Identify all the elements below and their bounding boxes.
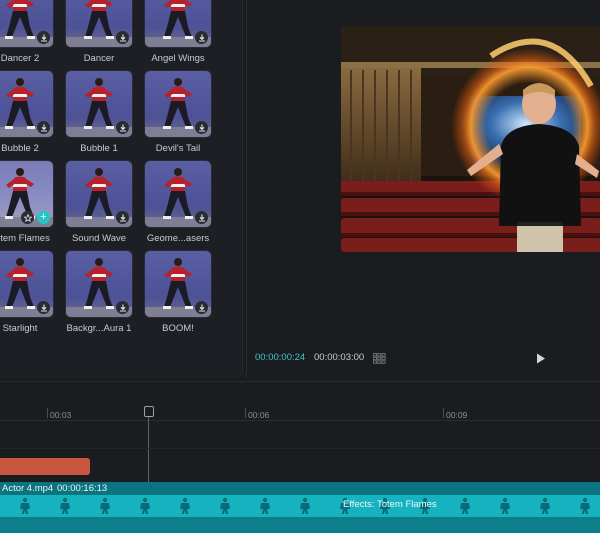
clip-name: Actor 4.mp4 <box>2 483 54 494</box>
effect-label: Dancer 2 <box>0 53 40 64</box>
effect-label: Backgr...Aura 1 <box>66 323 132 334</box>
audio-clip[interactable] <box>0 458 90 475</box>
effect-item[interactable]: Bubble 2 <box>0 70 54 160</box>
effect-thumbnail[interactable] <box>144 160 212 228</box>
effect-item[interactable]: Dancer <box>65 0 133 70</box>
dancer-figure <box>84 78 114 129</box>
clip-duration: 00:00:16:13 <box>57 483 108 494</box>
effect-thumbnail[interactable] <box>144 70 212 138</box>
dancer-figure <box>5 168 35 219</box>
effect-label: BOOM! <box>162 323 194 334</box>
dancer-figure <box>84 258 114 309</box>
timeline-ruler[interactable]: 00:03 00:06 00:09 <box>0 406 600 420</box>
ruler-label: 00:09 <box>446 410 468 420</box>
effect-item[interactable]: Backgr...Aura 1 <box>65 250 133 340</box>
effect-item[interactable]: BOOM! <box>144 250 212 340</box>
download-button[interactable] <box>37 301 50 314</box>
video-preview[interactable] <box>341 26 600 252</box>
ruler-label: 00:03 <box>50 410 72 420</box>
effect-label: Bubble 2 <box>1 143 39 154</box>
effect-thumbnail[interactable] <box>65 0 133 48</box>
effect-thumbnail[interactable] <box>144 0 212 48</box>
download-button[interactable] <box>116 121 129 134</box>
ruler-tick <box>47 408 48 418</box>
clip-waveform <box>0 517 600 533</box>
effect-thumbnail[interactable] <box>65 250 133 318</box>
effects-panel: Dancer 2 Dancer Angel Wings Bubble 2 Bub… <box>0 0 243 378</box>
ruler-tick <box>443 408 444 418</box>
download-button[interactable] <box>195 211 208 224</box>
effect-item[interactable]: Geome...asers <box>144 160 212 250</box>
playhead-handle[interactable] <box>144 406 154 417</box>
effect-label: Totem Flames <box>0 233 50 244</box>
clip-header: Actor 4.mp4 00:00:16:13 <box>0 482 600 495</box>
download-button[interactable] <box>195 301 208 314</box>
timeline: 00:03 00:06 00:09 Actor 4.mp4 00:00:16:1… <box>0 381 600 533</box>
add-button[interactable]: + <box>37 211 50 224</box>
play-icon <box>537 353 545 364</box>
video-frame-image <box>341 26 600 252</box>
effect-label: Geome...asers <box>146 233 210 244</box>
download-button[interactable] <box>195 31 208 44</box>
effect-thumbnail[interactable] <box>65 70 133 138</box>
effect-label: Bubble 1 <box>80 143 118 154</box>
effect-item[interactable]: Bubble 1 <box>65 70 133 160</box>
effect-item[interactable]: Angel Wings <box>144 0 212 70</box>
effect-label: Effects: Totem Flames <box>343 499 437 510</box>
download-button[interactable] <box>195 121 208 134</box>
download-button[interactable] <box>37 31 50 44</box>
video-clip[interactable]: Actor 4.mp4 00:00:16:13 Effects: Totem F… <box>0 482 600 533</box>
dancer-figure <box>84 0 114 39</box>
effect-label: Sound Wave <box>71 233 127 244</box>
dancer-figure <box>5 0 35 39</box>
download-button[interactable] <box>116 301 129 314</box>
download-button[interactable] <box>116 31 129 44</box>
dancer-figure <box>84 168 114 219</box>
effect-item[interactable]: + Totem Flames <box>0 160 54 250</box>
favorite-button[interactable] <box>21 211 34 224</box>
track-divider <box>0 448 600 449</box>
total-time: 00:00:03:00 <box>314 352 365 363</box>
effect-thumbnail[interactable] <box>0 0 54 48</box>
effects-grid: Dancer 2 Dancer Angel Wings Bubble 2 Bub… <box>0 0 212 340</box>
effect-label: Dancer <box>83 53 115 64</box>
current-time: 00:00:00:24 <box>255 352 306 363</box>
preview-player: 00:00:00:24 00:00:03:00 <box>246 0 600 378</box>
ruler-baseline <box>0 420 600 421</box>
effects-strip[interactable]: Effects: Totem Flames <box>0 495 600 517</box>
effect-thumbnail[interactable] <box>0 70 54 138</box>
effect-item[interactable]: Sound Wave <box>65 160 133 250</box>
effect-thumbnail[interactable]: + <box>0 160 54 228</box>
dancer-figure <box>163 258 193 309</box>
grid-view-icon[interactable] <box>373 351 386 369</box>
ruler-label: 00:06 <box>248 410 270 420</box>
effect-item[interactable]: Starlight <box>0 250 54 340</box>
ruler-tick <box>245 408 246 418</box>
effect-item[interactable]: Dancer 2 <box>0 0 54 70</box>
dancer-figure <box>163 78 193 129</box>
effect-thumbnail[interactable] <box>65 160 133 228</box>
dancer-figure <box>163 0 193 39</box>
dancer-figure <box>5 258 35 309</box>
play-button[interactable] <box>536 351 546 369</box>
effect-label: Angel Wings <box>151 53 205 64</box>
download-button[interactable] <box>37 121 50 134</box>
effect-label: Starlight <box>2 323 38 334</box>
effect-label: Devil's Tail <box>155 143 201 154</box>
dancer-figure <box>163 168 193 219</box>
download-button[interactable] <box>116 211 129 224</box>
effect-thumbnail[interactable] <box>144 250 212 318</box>
dancer-figure <box>5 78 35 129</box>
effect-thumbnail[interactable] <box>0 250 54 318</box>
effect-item[interactable]: Devil's Tail <box>144 70 212 160</box>
